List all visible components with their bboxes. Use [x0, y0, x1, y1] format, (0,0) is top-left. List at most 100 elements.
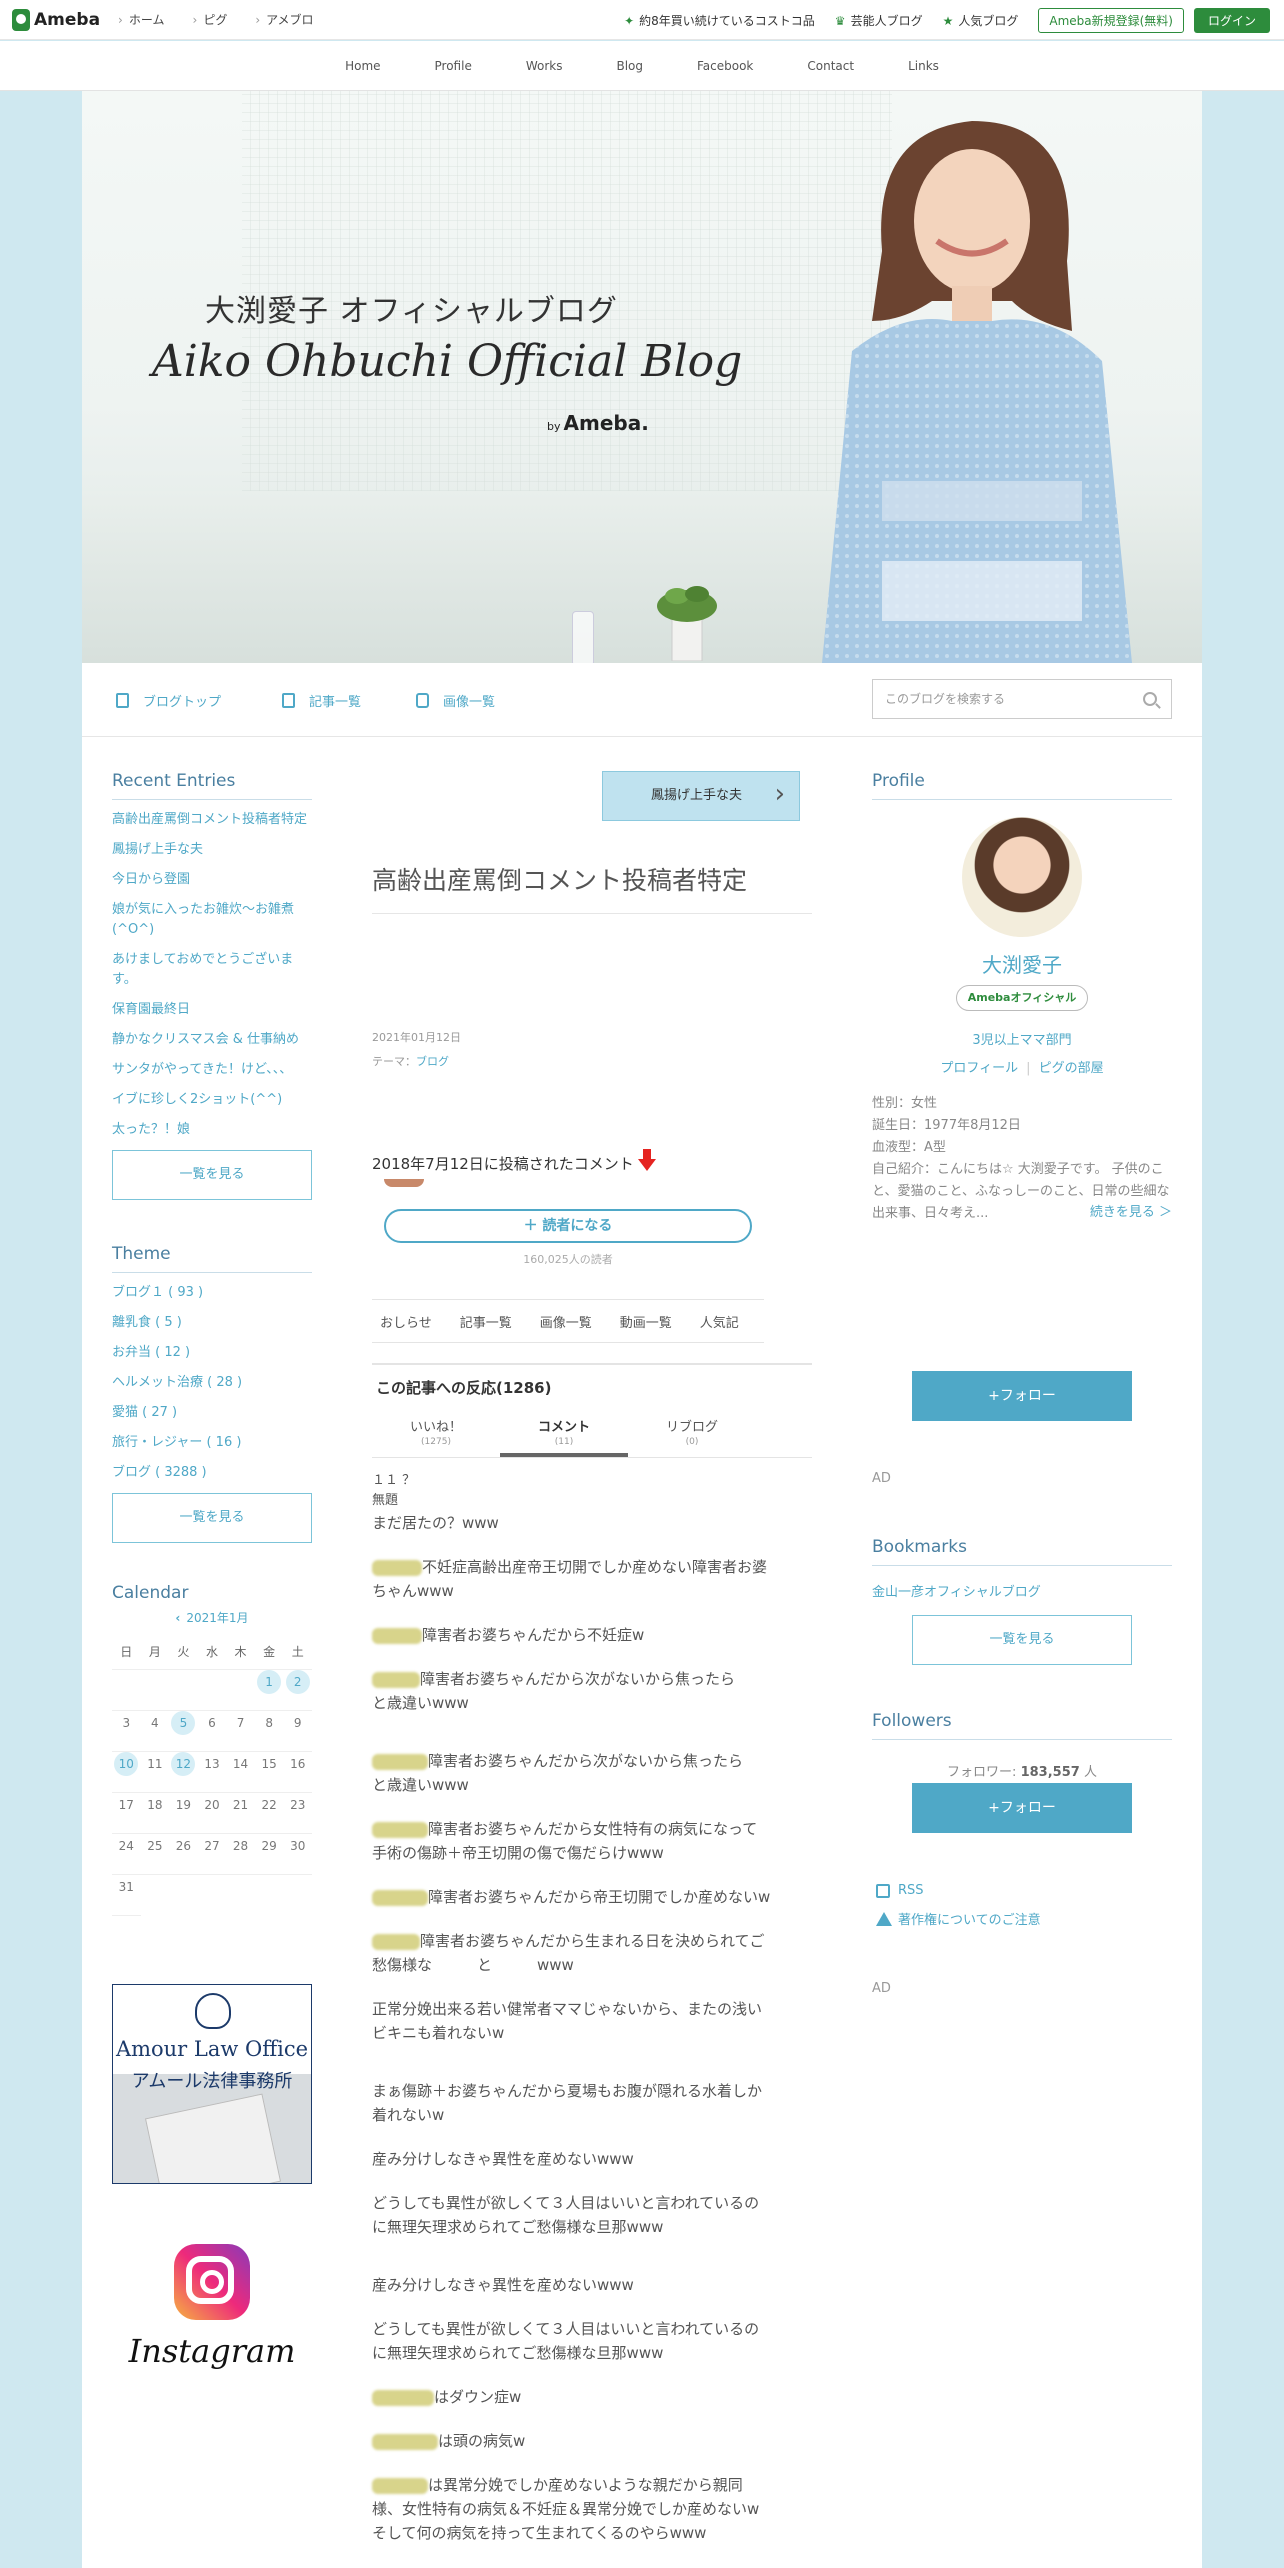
register-button[interactable]: Ameba新規登録(無料)	[1038, 8, 1184, 33]
gnav-contact[interactable]: Contact	[807, 59, 854, 73]
tab-images[interactable]: 画像一覧	[540, 1312, 592, 1331]
bookmark-link[interactable]: 金山一彦オフィシャルブログ	[872, 1581, 1041, 1600]
calendar-day[interactable]: 10	[112, 1752, 141, 1793]
bookmarks-more-button[interactable]: 一覧を見る	[912, 1615, 1132, 1665]
copyright-notice-link[interactable]: 著作権についてのご注意	[876, 1909, 1041, 1928]
instagram-banner[interactable]: Instagram	[112, 2224, 312, 2374]
gnav-profile[interactable]: Profile	[435, 59, 472, 73]
recent-entry[interactable]: 太った？！娘	[112, 1120, 312, 1140]
become-reader-button[interactable]: ＋ 読者になる	[384, 1209, 752, 1243]
theme-item[interactable]: ヘルメット治療 ( 28 )	[112, 1373, 312, 1393]
login-button[interactable]: ログイン	[1193, 8, 1270, 33]
header-image[interactable]: 大渕愛子 オフィシャルブログ Aiko Ohbuchi Official Blo…	[82, 91, 1202, 663]
calendar-day: 15	[254, 1752, 284, 1793]
blog-container: 大渕愛子 オフィシャルブログ Aiko Ohbuchi Official Blo…	[82, 91, 1202, 2568]
search-icon[interactable]	[1143, 692, 1157, 706]
amour-law-office-banner[interactable]: Amour Law Office アムール法律事務所	[112, 1984, 312, 2184]
tab-comments[interactable]: コメント (11)	[500, 1416, 628, 1457]
theme-more-button[interactable]: 一覧を見る	[112, 1493, 312, 1543]
tab-popular[interactable]: 人気記	[700, 1312, 739, 1331]
calendar-day: 21	[226, 1793, 255, 1834]
prev-month-icon[interactable]: ‹	[175, 1611, 180, 1625]
calendar-day: 9	[283, 1711, 312, 1752]
calendar-day: 28	[226, 1834, 255, 1875]
blog-title-en: Aiko Ohbuchi Official Blog	[152, 336, 743, 387]
comment-line: 障害者お婆ちゃんだから生まれる日を決められてご愁傷様な と www	[372, 1932, 765, 1974]
rss-icon	[876, 1883, 890, 1898]
profile-avatar[interactable]	[962, 817, 1082, 937]
comment-line: は異常分娩でしか産めないような親だから親同様、女性特有の病気＆不妊症＆異常分娩で…	[372, 2476, 760, 2542]
profile-more-link[interactable]: 続きを見る ＞	[1090, 1201, 1172, 1220]
calendar-day: 8	[254, 1711, 284, 1752]
blog-search-input[interactable]: このブログを検索する	[872, 679, 1172, 719]
gnav-home[interactable]: Home	[345, 59, 380, 73]
popular-blog-link[interactable]: ★ 人気ブログ	[943, 12, 1019, 29]
article-lead: 2018年7月12日に投稿されたコメント	[372, 1148, 656, 1174]
leaf-icon: ✦	[624, 13, 635, 28]
trend-link[interactable]: ✦ 約8年買い続けているコストコ品	[624, 12, 815, 29]
article-theme-link[interactable]: ブログ	[416, 1055, 449, 1068]
calendar-heading: Calendar	[112, 1583, 189, 1603]
theme-item[interactable]: 旅行・レジャー ( 16 )	[112, 1433, 312, 1453]
ameba-logo[interactable]: Ameba	[12, 8, 100, 31]
blog-global-nav: Home Profile Works Blog Facebook Contact…	[0, 41, 1284, 91]
blog-top-link[interactable]: ブログトップ	[116, 691, 221, 710]
theme-item[interactable]: ブログ１ ( 93 )	[112, 1283, 312, 1303]
recent-entry[interactable]: 高齢出産罵倒コメント投稿者特定	[112, 810, 312, 830]
theme-item[interactable]: 離乳食 ( 5 )	[112, 1313, 312, 1333]
tab-likes[interactable]: いいね！ (1275)	[372, 1416, 500, 1457]
theme-item[interactable]: 愛猫 ( 27 )	[112, 1403, 312, 1423]
rss-link[interactable]: RSS	[876, 1883, 924, 1898]
next-article-button[interactable]: 鳳揚げ上手な夫	[602, 771, 800, 821]
theme-heading: Theme	[112, 1244, 312, 1273]
profile-category-link[interactable]: 3児以上ママ部門	[872, 1029, 1172, 1048]
bookmarks-heading: Bookmarks	[872, 1537, 1172, 1566]
recent-entry[interactable]: 静かなクリスマス会 & 仕事納め	[112, 1030, 312, 1050]
theme-item[interactable]: お弁当 ( 12 )	[112, 1343, 312, 1363]
calendar-day[interactable]: 2	[283, 1670, 312, 1711]
nav-ameblo[interactable]: アメブロ	[255, 11, 313, 28]
theme-item[interactable]: ブログ ( 3288 )	[112, 1463, 312, 1483]
recent-entry[interactable]: あけましておめでとうございます。	[112, 950, 312, 990]
recent-more-button[interactable]: 一覧を見る	[112, 1150, 312, 1200]
follow-button[interactable]: +フォロー	[912, 1371, 1132, 1421]
recent-entry[interactable]: 娘が気に入ったお雑炊～お雑煮(^O^)	[112, 900, 312, 940]
nav-pigg[interactable]: ピグ	[193, 11, 227, 28]
recent-entry[interactable]: イブに珍しく2ショット(^^)	[112, 1090, 312, 1110]
gnav-blog[interactable]: Blog	[616, 59, 643, 73]
calendar-weekday: 木	[226, 1640, 255, 1670]
celebrity-blog-link[interactable]: ♛ 芸能人ブログ	[835, 12, 923, 29]
pigg-room-link[interactable]: ピグの部屋	[1039, 1061, 1104, 1076]
glass-vase	[572, 611, 594, 663]
calendar-weekday: 日	[112, 1640, 141, 1670]
tab-reblogs[interactable]: リブログ (0)	[628, 1416, 756, 1457]
comment-title: 無題	[372, 1493, 399, 1508]
comment-line: 産み分けしなきゃ異性を産めないwww	[372, 2150, 634, 2168]
calendar-day[interactable]: 5	[169, 1711, 198, 1752]
recent-entry[interactable]: 今日から登園	[112, 870, 312, 890]
entry-list-link[interactable]: 記事一覧	[282, 691, 361, 710]
profile-link[interactable]: プロフィール	[940, 1061, 1018, 1076]
calendar-day: 18	[140, 1793, 170, 1834]
comment-line: はダウン症w	[372, 2385, 772, 2409]
recent-entry[interactable]: 鳳揚げ上手な夫	[112, 840, 312, 860]
follow-button-2[interactable]: +フォロー	[912, 1783, 1132, 1833]
gnav-facebook[interactable]: Facebook	[697, 59, 753, 73]
calendar-day	[169, 1670, 198, 1711]
nav-home[interactable]: ホーム	[118, 11, 165, 28]
image-list-link[interactable]: 画像一覧	[416, 691, 495, 710]
tab-news[interactable]: おしらせ	[380, 1312, 432, 1331]
gnav-works[interactable]: Works	[526, 59, 563, 73]
calendar-day[interactable]: 1	[254, 1670, 284, 1711]
calendar-day: 31	[112, 1875, 141, 1916]
profile-name[interactable]: 大渕愛子	[872, 949, 1172, 978]
recent-entry[interactable]: 保育園最終日	[112, 1000, 312, 1020]
gnav-links[interactable]: Links	[908, 59, 939, 73]
redacted-text	[372, 2477, 428, 2494]
calendar-day: 24	[112, 1834, 141, 1875]
down-arrow-icon	[637, 1148, 656, 1171]
tab-videos[interactable]: 動画一覧	[620, 1312, 672, 1331]
tab-entries[interactable]: 記事一覧	[460, 1312, 512, 1331]
recent-entry[interactable]: サンタがやってきた！けど、、、	[112, 1060, 312, 1080]
calendar-day[interactable]: 12	[169, 1752, 198, 1793]
